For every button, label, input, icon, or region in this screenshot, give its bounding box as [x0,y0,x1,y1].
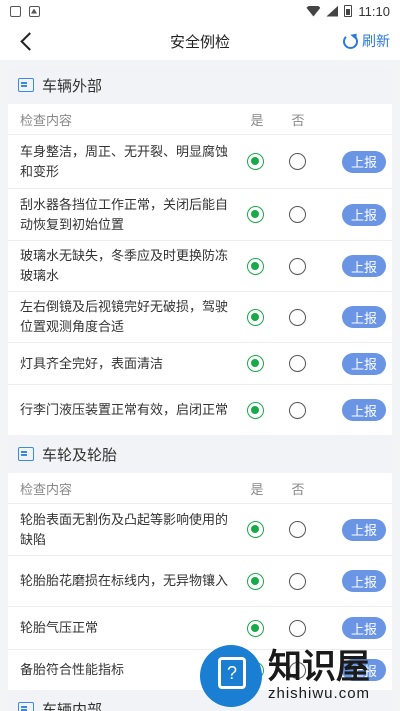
section-header: 车辆外部 [8,66,392,104]
clipboard-icon [18,702,34,711]
page-title: 安全例检 [169,33,230,51]
yes-radio[interactable] [246,206,264,223]
no-radio[interactable] [288,153,306,170]
check-item-text: 备胎符合性能指标 [20,662,125,677]
col-content: 检查内容 [20,481,73,497]
refresh-label: 刷新 [362,33,390,49]
yes-radio[interactable] [246,355,264,372]
wifi-icon [306,5,321,17]
yes-radio[interactable] [246,401,264,419]
clipboard-icon [18,447,34,461]
battery-icon [344,5,353,17]
refresh-button[interactable]: 刷新 [343,31,390,51]
yes-radio[interactable] [246,153,264,170]
yes-radio[interactable] [246,308,264,326]
signal-icon [326,5,339,17]
check-item-text: 刮水器各挡位工作正常，关闭后能自动恢复到初始位置 [20,196,229,232]
col-no: 否 [291,481,305,497]
watermark-logo: 知识屋 zhishiwu.com [200,640,400,711]
no-radio[interactable] [288,257,306,275]
notification-icon [10,5,21,17]
report-button[interactable]: 上报 [342,306,386,328]
no-radio[interactable] [288,401,306,419]
watermark-cn: 知识屋 [268,648,370,686]
check-item-text: 车身整洁，周正、无开裂、明显腐蚀和变形 [20,143,229,179]
check-item-text: 玻璃水无缺失，冬季应及时更换防冻玻璃水 [20,248,229,283]
no-radio[interactable] [288,619,306,637]
no-radio[interactable] [288,308,306,326]
status-time: 11:10 [358,3,390,19]
report-button[interactable]: 上报 [342,352,386,375]
report-button[interactable]: 上报 [342,399,386,421]
report-button[interactable]: 上报 [342,518,386,541]
check-row: 行李门液压装置正常有效，启闭正常 上报 [8,385,392,435]
col-yes: 是 [250,112,264,128]
back-arrow-icon[interactable] [18,31,36,51]
section-title: 车轮及轮胎 [42,446,118,464]
section-header: 车轮及轮胎 [8,435,392,473]
yes-radio[interactable] [246,521,264,538]
check-item-text: 轮胎气压正常 [20,620,99,635]
app-notification-icon [29,5,40,17]
yes-radio[interactable] [246,257,264,275]
watermark-en: zhishiwu.com [268,685,371,702]
col-content: 检查内容 [20,112,73,128]
yes-radio[interactable] [246,619,264,637]
report-button[interactable]: 上报 [342,570,386,592]
check-row: 灯具齐全完好，表面清洁 上报 [8,343,392,385]
section-title: 车辆外部 [42,77,103,95]
checklist[interactable]: 车辆外部 检查内容 是 否 车身整洁，周正、无开裂、明显腐蚀和变形 上报 刮水器… [0,60,400,711]
section-title: 车辆内部 [42,701,103,711]
help-monitor-icon [200,644,262,707]
report-button[interactable]: 上报 [342,255,386,277]
clipboard-icon [18,78,34,92]
column-headers: 检查内容 是 否 [8,473,392,504]
check-item-text: 灯具齐全完好，表面清洁 [20,355,164,371]
no-radio[interactable] [288,521,306,538]
report-button[interactable]: 上报 [342,150,386,173]
check-row: 轮胎表面无割伤及凸起等影响使用的缺陷 上报 [8,504,392,556]
check-row: 轮胎胎花磨损在标线内，无异物镶入 上报 [8,556,392,607]
refresh-icon [343,33,358,49]
check-item-text: 左右倒镜及后视镜完好无破损，驾驶位置观测角度合适 [20,299,229,334]
nav-bar: 安全例检 刷新 [0,22,400,60]
check-row: 玻璃水无缺失，冬季应及时更换防冻玻璃水 上报 [8,241,392,292]
column-headers: 检查内容 是 否 [8,104,392,135]
no-radio[interactable] [288,206,306,223]
check-item-text: 轮胎胎花磨损在标线内，无异物镶入 [20,573,229,588]
check-row: 刮水器各挡位工作正常，关闭后能自动恢复到初始位置 上报 [8,189,392,241]
check-item-text: 行李门液压装置正常有效，启闭正常 [20,402,229,417]
col-yes: 是 [250,481,264,497]
no-radio[interactable] [288,572,306,590]
report-button[interactable]: 上报 [342,617,386,639]
col-no: 否 [291,112,305,128]
yes-radio[interactable] [246,572,264,590]
report-button[interactable]: 上报 [342,203,386,226]
no-radio[interactable] [288,355,306,372]
check-row: 左右倒镜及后视镜完好无破损，驾驶位置观测角度合适 上报 [8,292,392,343]
check-row: 车身整洁，周正、无开裂、明显腐蚀和变形 上报 [8,135,392,189]
status-bar: 11:10 [0,0,400,22]
section-card: 车辆外部 检查内容 是 否 车身整洁，周正、无开裂、明显腐蚀和变形 上报 刮水器… [8,66,392,711]
check-item-text: 轮胎表面无割伤及凸起等影响使用的缺陷 [20,511,229,547]
